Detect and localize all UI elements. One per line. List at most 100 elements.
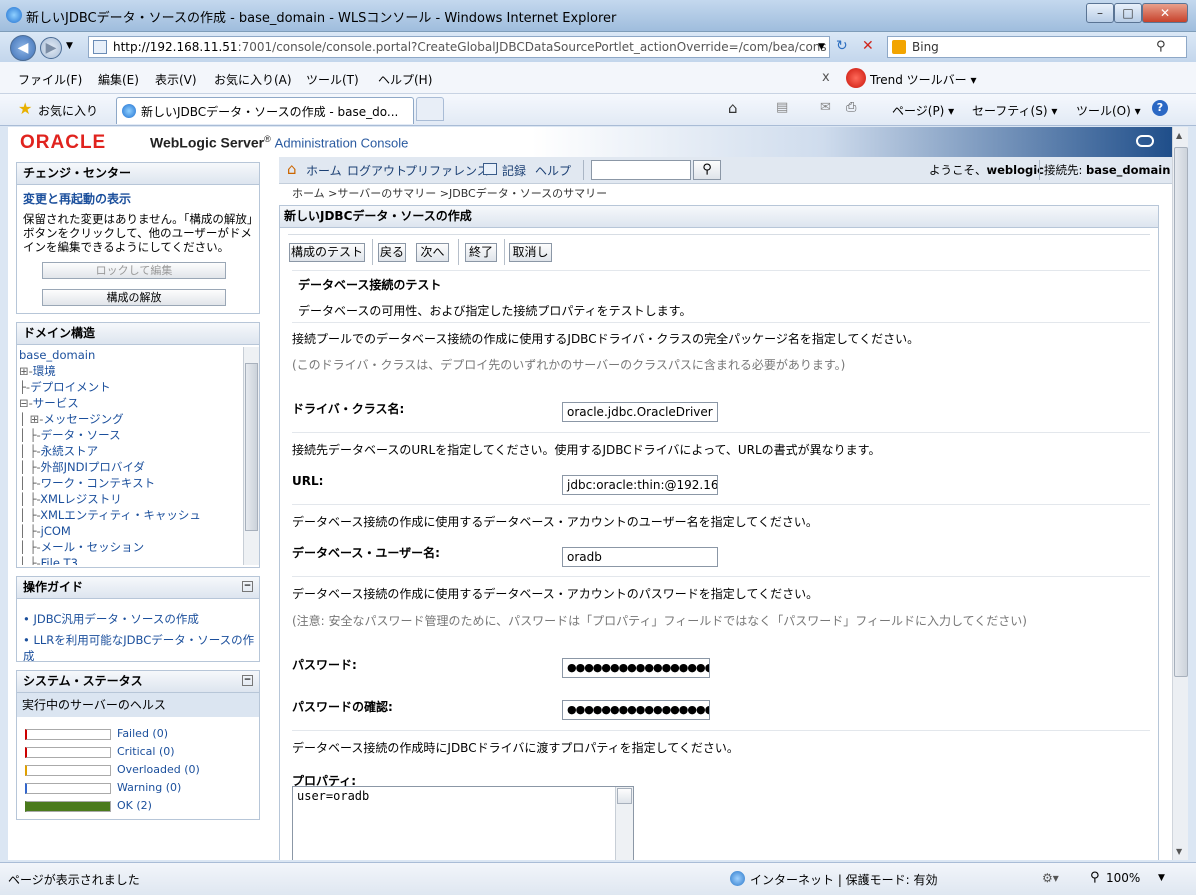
history-dropdown-icon[interactable]: ▼	[66, 41, 73, 51]
tree-item-label: base_domain	[19, 348, 96, 362]
console-search-input[interactable]	[591, 160, 691, 180]
search-input[interactable]: Bing ⚲	[887, 36, 1187, 58]
menu-favorites[interactable]: お気に入り(A)	[214, 71, 292, 88]
close-toolbar-icon[interactable]: x	[822, 70, 830, 85]
tree-item[interactable]: │ ├-ワーク・コンテキスト	[19, 475, 239, 491]
help-icon[interactable]: ?	[1152, 100, 1168, 116]
tree-item[interactable]: │ ├-外部JNDIプロバイダ	[19, 459, 239, 475]
security-zone: インターネット | 保護モード: 有効	[750, 873, 938, 887]
safety-menu[interactable]: セーフティ(S) ▾	[972, 102, 1057, 119]
database-user-input[interactable]: oradb	[562, 547, 718, 567]
back-button[interactable]: 戻る	[378, 243, 406, 262]
tree-item-label: File T3	[40, 556, 78, 565]
stop-icon[interactable]: ✕	[862, 38, 874, 54]
zoom-level[interactable]: 100%	[1106, 871, 1140, 885]
minimize-icon[interactable]: −	[242, 675, 253, 686]
tree-scroll-thumb[interactable]	[245, 363, 258, 531]
feeds-icon[interactable]: ▤	[776, 100, 788, 115]
favorites-button[interactable]: お気に入り	[38, 102, 98, 119]
page-menu[interactable]: ページ(P) ▾	[892, 102, 954, 119]
finish-button[interactable]: 終了	[465, 243, 497, 262]
health-label[interactable]: OK (2)	[117, 799, 152, 812]
window-title-bar: 新しいJDBCデータ・ソースの作成 - base_domain - WLSコンソ…	[0, 0, 1196, 32]
properties-textarea[interactable]: user=oradb	[292, 786, 634, 860]
tree-item[interactable]: │ ├-XMLレジストリ	[19, 491, 239, 507]
tree-scrollbar[interactable]	[243, 347, 259, 565]
tree-item[interactable]: ├-デプロイメント	[19, 379, 239, 395]
tree-item[interactable]: │ ├-XMLエンティティ・キャッシュ	[19, 507, 239, 523]
product-name: WebLogic Server® Administration Console	[150, 134, 409, 151]
close-button[interactable]: ✕	[1142, 3, 1188, 23]
welcome-text: ようこそ、weblogic	[929, 163, 1044, 177]
zoom-icon[interactable]: ⚲	[1090, 870, 1100, 885]
refresh-icon[interactable]: ↻	[836, 38, 848, 54]
scroll-down-arrow[interactable]: ▼	[1176, 847, 1182, 856]
search-icon[interactable]: ⚲	[1156, 37, 1166, 57]
tree-item[interactable]: ⊟-サービス	[19, 395, 239, 411]
bing-icon	[892, 40, 906, 54]
page-scrollbar[interactable]: ▲ ▼	[1172, 127, 1188, 860]
url-input[interactable]: jdbc:oracle:thin:@192.168	[562, 475, 718, 495]
forward-icon[interactable]: ▶	[40, 37, 62, 59]
view-changes-link[interactable]: 変更と再起動の表示	[23, 190, 131, 207]
tree-item[interactable]: base_domain	[19, 347, 239, 363]
mail-icon[interactable]: ✉	[820, 100, 831, 115]
address-dropdown-icon[interactable]: ▼	[818, 42, 825, 52]
page-scroll-thumb[interactable]	[1174, 147, 1188, 677]
tree-item[interactable]: │ ├-jCOM	[19, 523, 239, 539]
release-configuration-button[interactable]: 構成の解放	[42, 289, 226, 306]
home-icon[interactable]: ⌂	[287, 160, 297, 178]
tree-connector: │ ├-	[19, 444, 41, 458]
menu-edit[interactable]: 編集(E)	[98, 71, 139, 88]
tree-item[interactable]: │ ├-メール・セッション	[19, 539, 239, 555]
properties-scroll-up[interactable]	[617, 788, 632, 804]
trend-toolbar-button[interactable]: Trend ツールバー ▾	[870, 71, 977, 88]
lock-and-edit-button[interactable]: ロックして編集	[42, 262, 226, 279]
status-bar: ページが表示されました インターネット | 保護モード: 有効 ⚙▾ ⚲ 100…	[0, 862, 1196, 895]
logout-link[interactable]: ログアウト	[347, 162, 407, 179]
new-tab-button[interactable]	[416, 97, 444, 121]
maximize-button[interactable]: □	[1114, 3, 1142, 23]
health-label[interactable]: Critical (0)	[117, 745, 175, 758]
health-label[interactable]: Overloaded (0)	[117, 763, 200, 776]
menu-view[interactable]: 表示(V)	[155, 71, 197, 88]
print-icon[interactable]: ⎙	[846, 100, 856, 115]
home-icon[interactable]: ⌂	[728, 99, 738, 117]
tree-item[interactable]: │ ├-File T3	[19, 555, 239, 565]
howto-link-create-llr[interactable]: • LLRを利用可能なJDBCデータ・ソースの作成	[23, 632, 259, 664]
tree-item[interactable]: │ ├-データ・ソース	[19, 427, 239, 443]
password-confirm-input[interactable]: ●●●●●●●●●●●●●●●●●●●●	[562, 700, 710, 720]
howto-link-create-jdbc[interactable]: • JDBC汎用データ・ソースの作成	[23, 611, 199, 627]
health-label[interactable]: Failed (0)	[117, 727, 168, 740]
tree-item[interactable]: ⊞-環境	[19, 363, 239, 379]
tools-menu[interactable]: ツール(O) ▾	[1076, 102, 1141, 119]
next-button[interactable]: 次へ	[416, 243, 449, 262]
menu-file[interactable]: ファイル(F)	[18, 71, 82, 88]
record-link[interactable]: 記録	[502, 162, 526, 179]
zoom-dropdown-icon[interactable]: ▼	[1158, 873, 1165, 883]
scroll-up-arrow[interactable]: ▲	[1176, 131, 1182, 140]
minimize-icon[interactable]: −	[242, 581, 253, 592]
health-label[interactable]: Warning (0)	[117, 781, 181, 794]
minimize-button[interactable]: –	[1086, 3, 1114, 23]
menu-tools[interactable]: ツール(T)	[306, 71, 359, 88]
record-icon[interactable]	[483, 163, 497, 175]
browser-tab[interactable]: 新しいJDBCデータ・ソースの作成 - base_do...	[116, 97, 414, 124]
menu-help[interactable]: ヘルプ(H)	[378, 71, 432, 88]
tree-item[interactable]: │ ├-永続ストア	[19, 443, 239, 459]
tree-item[interactable]: │ ⊞-メッセージング	[19, 411, 239, 427]
help-link[interactable]: ヘルプ	[535, 162, 571, 179]
cancel-button[interactable]: 取消し	[509, 243, 552, 262]
breadcrumb[interactable]: ホーム >サーバーのサマリー >JDBCデータ・ソースのサマリー	[292, 185, 607, 201]
zone-icon[interactable]: ⚙▾	[1042, 871, 1059, 885]
test-configuration-button[interactable]: 構成のテスト	[289, 243, 365, 262]
home-link[interactable]: ホーム	[306, 162, 342, 179]
back-icon[interactable]: ◀	[10, 35, 36, 61]
ie-logo-icon	[6, 7, 22, 23]
preferences-link[interactable]: プリファレンス	[405, 162, 489, 179]
driver-class-input[interactable]: oracle.jdbc.OracleDriver	[562, 402, 718, 422]
properties-scrollbar[interactable]	[615, 787, 633, 860]
console-search-button[interactable]: ⚲	[693, 160, 721, 180]
password-input[interactable]: ●●●●●●●●●●●●●●●●●●●●	[562, 658, 710, 678]
url-field[interactable]: http://192.168.11.51:7001/console/consol…	[88, 36, 830, 58]
